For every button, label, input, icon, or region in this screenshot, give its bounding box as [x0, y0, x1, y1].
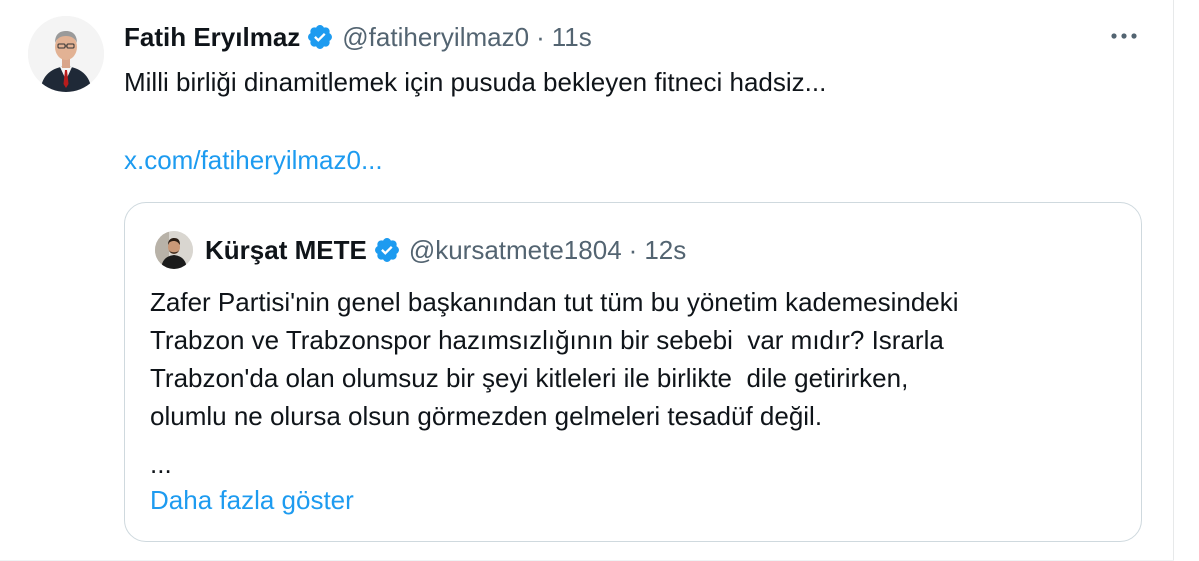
quoted-text-line: olumlu ne olursa olsun görmezden gelmele…: [150, 401, 823, 431]
more-horizontal-icon: [1111, 33, 1137, 39]
quoted-author-display-name[interactable]: Kürşat METE: [205, 235, 367, 266]
quoted-text-line: Trabzon ve Trabzonspor hazımsızlığının b…: [150, 325, 944, 355]
avatar-photo: [28, 16, 104, 92]
quoted-tweet-header: Kürşat METE @kursatmete1804 · 12s: [205, 230, 686, 270]
quoted-author-handle[interactable]: @kursatmete1804: [409, 235, 622, 266]
verified-badge-icon[interactable]: [373, 236, 401, 264]
quoted-author-avatar[interactable]: [155, 231, 193, 269]
quoted-tweet-text: Zafer Partisi'nin genel başkanından tut …: [150, 283, 1120, 435]
verified-badge-icon[interactable]: [306, 23, 334, 51]
quoted-text-line: Zafer Partisi'nin genel başkanından tut …: [150, 287, 959, 317]
tweet-header: Fatih Eryılmaz @fatiheryilmaz0 · 11s: [124, 17, 592, 57]
quoted-text-ellipsis: ...: [150, 449, 172, 479]
author-handle[interactable]: @fatiheryilmaz0: [342, 22, 529, 53]
column-divider: [1173, 0, 1174, 561]
tweet-timestamp[interactable]: 11s: [552, 22, 592, 53]
avatar-photo: [155, 231, 193, 269]
tweet-link[interactable]: x.com/fatiheryilmaz0...: [124, 142, 383, 178]
author-display-name[interactable]: Fatih Eryılmaz: [124, 22, 300, 53]
show-more-link[interactable]: Daha fazla göster: [150, 481, 354, 519]
tweet-card: Fatih Eryılmaz @fatiheryilmaz0 · 11s Mil…: [0, 0, 1199, 561]
quoted-tweet-timestamp[interactable]: 12s: [644, 235, 686, 266]
author-avatar[interactable]: [28, 16, 104, 92]
separator-dot: ·: [628, 234, 638, 265]
tweet-text: Milli birliği dinamitlemek için pusuda b…: [124, 67, 827, 97]
quoted-tweet[interactable]: Kürşat METE @kursatmete1804 · 12s Zafer …: [124, 202, 1142, 542]
separator-dot: ·: [536, 21, 545, 52]
quoted-text-line: Trabzon'da olan olumsuz bir şeyi kitlele…: [150, 363, 909, 393]
more-options-button[interactable]: [1104, 24, 1144, 48]
